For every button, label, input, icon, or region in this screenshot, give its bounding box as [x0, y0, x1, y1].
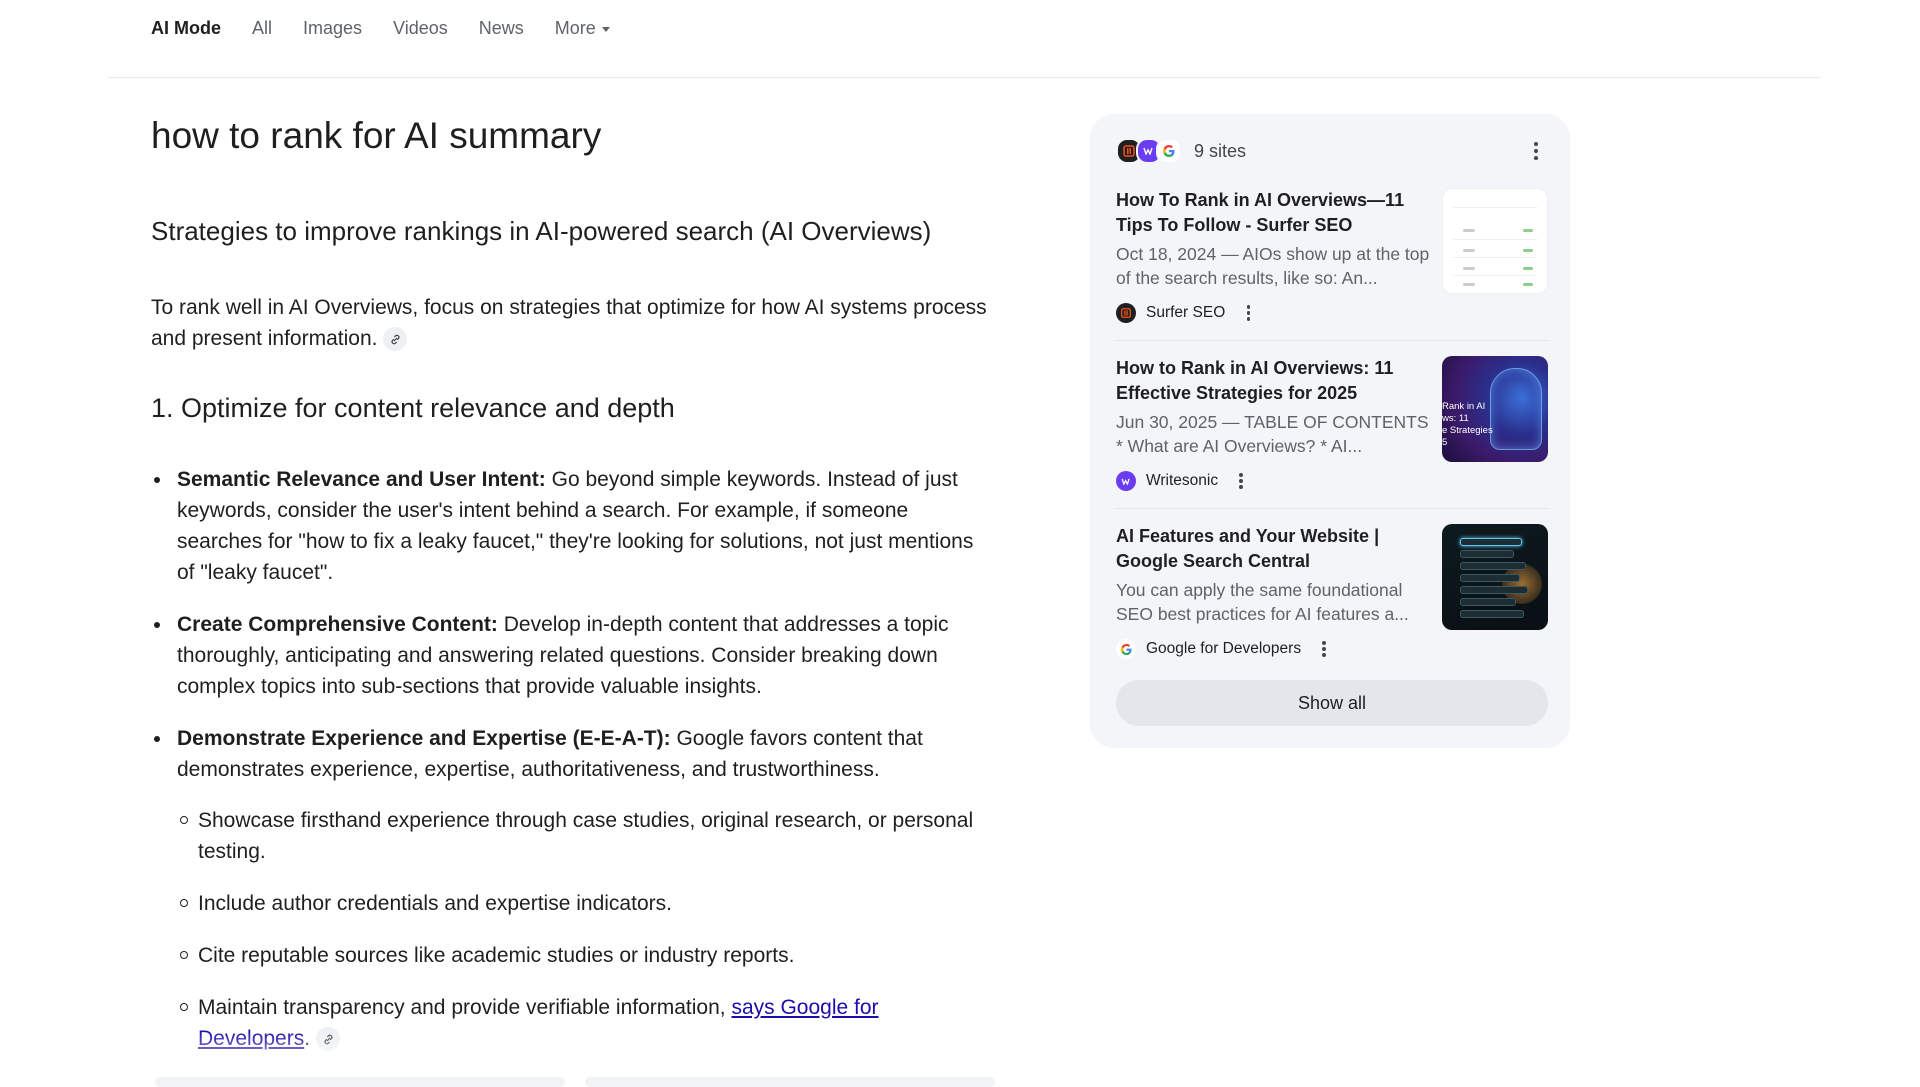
more-options-icon[interactable] [1232, 471, 1250, 491]
followup-chip[interactable] [155, 1077, 565, 1087]
source-card[interactable]: How to Rank in AI Overviews: 11 Effectiv… [1116, 356, 1548, 496]
list-item: Create Comprehensive Content: Develop in… [151, 609, 991, 702]
more-options-icon[interactable] [1239, 303, 1257, 323]
surfer-seo-logo-icon [1116, 303, 1136, 323]
more-label: More [554, 17, 596, 38]
google-logo-icon [1116, 639, 1136, 659]
citation-link-icon[interactable] [383, 327, 408, 352]
tab-more[interactable]: More [555, 18, 610, 39]
more-options-icon[interactable] [1524, 139, 1548, 163]
tab-ai-mode[interactable]: AI Mode [151, 18, 221, 39]
header-divider [108, 77, 1821, 78]
sub-list-item: Include author credentials and expertise… [177, 888, 991, 919]
source-title[interactable]: How To Rank in AI Overviews—11 Tips To F… [1116, 188, 1434, 238]
source-snippet: Jun 30, 2025 — TABLE OF CONTENTS * What … [1116, 412, 1429, 456]
thumbnail-text: Rank in AI ws: 11 e Strategies 5 [1442, 401, 1493, 448]
section-heading: 1. Optimize for content relevance and de… [151, 393, 675, 423]
source-divider [1116, 508, 1548, 509]
bullet-title: Create Comprehensive Content: [177, 613, 498, 636]
source-site-name: Writesonic [1146, 472, 1219, 489]
source-thumbnail[interactable] [1442, 188, 1548, 294]
answer-heading: Strategies to improve rankings in AI-pow… [151, 216, 932, 246]
followup-chip[interactable] [585, 1077, 995, 1087]
show-all-button[interactable]: Show all [1116, 680, 1548, 726]
sub-item-text: Maintain transparency and provide verifi… [198, 996, 732, 1019]
source-thumbnail[interactable] [1442, 524, 1548, 630]
source-favicons [1116, 138, 1182, 164]
google-logo-icon [1156, 138, 1182, 164]
list-item: Semantic Relevance and User Intent: Go b… [151, 464, 991, 588]
list-item: Demonstrate Experience and Expertise (E-… [151, 723, 991, 1054]
more-options-icon[interactable] [1315, 639, 1333, 659]
eeat-sub-list: Showcase firsthand experience through ca… [177, 805, 991, 1054]
source-snippet: Oct 18, 2024 — AIOs show up at the top o… [1116, 244, 1430, 288]
source-card[interactable]: How To Rank in AI Overviews—11 Tips To F… [1116, 188, 1548, 328]
bullet-title: Demonstrate Experience and Expertise (E-… [177, 727, 671, 750]
tab-images[interactable]: Images [303, 18, 362, 39]
answer-intro: To rank well in AI Overviews, focus on s… [151, 292, 991, 354]
caret-down-icon [601, 26, 610, 32]
content-fade [130, 1030, 1020, 1080]
search-mode-tabs: AI Mode All Images Videos News More [151, 14, 610, 42]
source-title[interactable]: AI Features and Your Website | Google Se… [1116, 524, 1434, 574]
source-title[interactable]: How to Rank in AI Overviews: 11 Effectiv… [1116, 356, 1434, 406]
sites-count: 9 sites [1194, 140, 1247, 161]
intro-text: To rank well in AI Overviews, focus on s… [151, 296, 987, 350]
sub-list-item: Showcase firsthand experience through ca… [177, 805, 991, 867]
source-card[interactable]: AI Features and Your Website | Google Se… [1116, 524, 1548, 664]
source-meta: Google for Developers [1116, 638, 1333, 660]
tab-all[interactable]: All [252, 18, 272, 39]
tab-videos[interactable]: Videos [393, 18, 448, 39]
ai-answer: how to rank for AI summary Strategies to… [151, 108, 991, 1052]
source-snippet: You can apply the same foundational SEO … [1116, 580, 1409, 624]
bullet-title: Semantic Relevance and User Intent: [177, 468, 546, 491]
source-site-name: Surfer SEO [1146, 304, 1226, 321]
source-divider [1116, 340, 1548, 341]
query-heading: how to rank for AI summary [151, 115, 602, 156]
writesonic-logo-icon [1116, 471, 1136, 491]
source-thumbnail[interactable]: Rank in AI ws: 11 e Strategies 5 [1442, 356, 1548, 462]
tab-news[interactable]: News [479, 18, 524, 39]
strategy-list: Semantic Relevance and User Intent: Go b… [151, 464, 991, 1075]
sub-list-item: Cite reputable sources like academic stu… [177, 940, 991, 971]
source-meta: Writesonic [1116, 470, 1250, 492]
sources-panel: 9 sites How To Rank in AI Overviews—11 T… [1090, 114, 1570, 748]
sources-header[interactable]: 9 sites [1116, 136, 1548, 166]
source-meta: Surfer SEO [1116, 302, 1257, 324]
source-site-name: Google for Developers [1146, 640, 1302, 657]
